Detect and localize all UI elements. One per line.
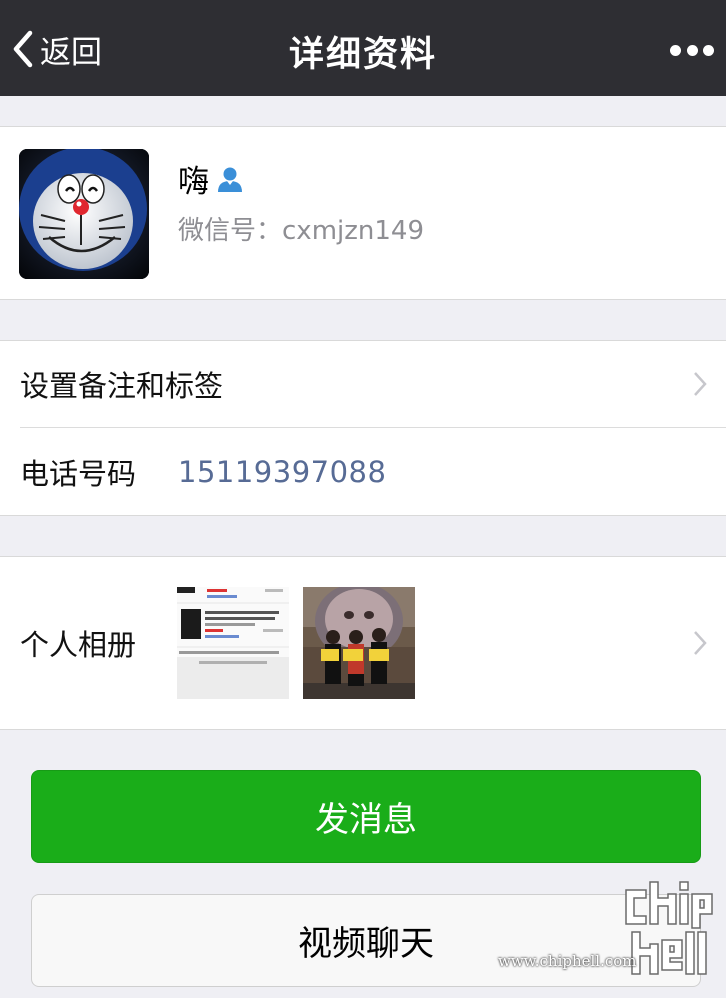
album-thumbnail[interactable]: [303, 587, 415, 699]
wechat-id: 微信号：cxmjzn149: [178, 210, 424, 247]
chevron-right-icon: [694, 631, 707, 655]
divider: [20, 427, 726, 428]
video-chat-button[interactable]: 视频聊天: [31, 894, 701, 987]
nickname-row: 嗨: [178, 156, 245, 201]
wechat-id-value: cxmjzn149: [282, 216, 424, 246]
nickname: 嗨: [178, 164, 209, 200]
send-message-button[interactable]: 发消息: [31, 770, 701, 863]
album-photo-group: [303, 587, 415, 699]
album-photo-screenshot: [177, 587, 289, 699]
chiphell-logo-watermark: [625, 881, 713, 975]
wechat-id-label: 微信号：: [178, 216, 283, 246]
info-card: 设置备注和标签 电话号码 15119397088: [0, 340, 726, 516]
doraemon-avatar-image: [19, 149, 149, 279]
album-label: 个人相册: [20, 628, 137, 662]
navigation-bar: 返回 详细资料: [0, 0, 726, 96]
more-dots-icon[interactable]: [670, 40, 714, 60]
remark-tags-row[interactable]: 设置备注和标签: [0, 341, 726, 427]
page-title: 详细资料: [288, 35, 437, 75]
remark-tags-label: 设置备注和标签: [20, 369, 224, 403]
phone-number-link[interactable]: 15119397088: [178, 455, 386, 489]
contact-person-icon: [218, 167, 242, 192]
phone-row: 电话号码 15119397088: [0, 429, 726, 515]
album-thumbnail[interactable]: [177, 587, 289, 699]
avatar[interactable]: [19, 149, 149, 279]
album-card[interactable]: 个人相册: [0, 556, 726, 730]
phone-label: 电话号码: [20, 457, 137, 491]
watermark-url: www.chiphell.com: [498, 952, 637, 970]
chevron-right-icon: [694, 372, 707, 396]
